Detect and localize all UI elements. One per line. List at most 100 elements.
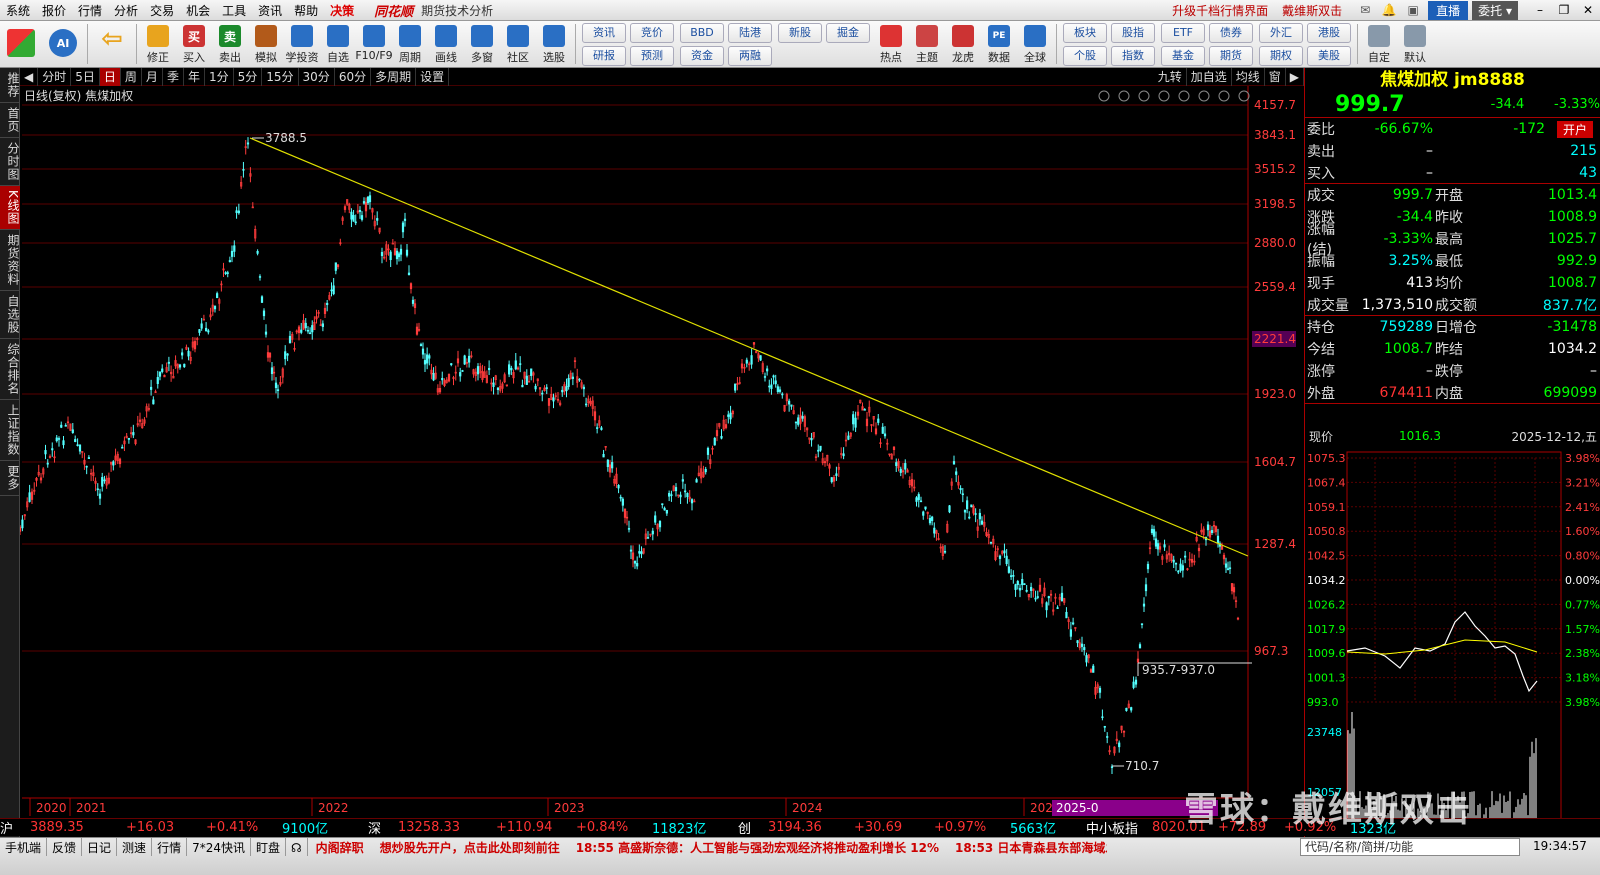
live-button[interactable]: 直播 (1428, 0, 1469, 20)
pill-button[interactable]: 竞价 (630, 22, 674, 43)
bottom-tab[interactable]: 盯盘 (251, 838, 286, 856)
side-nav-item[interactable]: 上证指数 (0, 400, 20, 461)
period-tab[interactable]: 月 (142, 67, 163, 86)
mail-icon[interactable]: ✉ (1356, 3, 1374, 17)
news-ticker[interactable]: 内阁辞职 (308, 838, 372, 856)
toolbar-button[interactable]: 画线 (429, 22, 463, 66)
chart-tool-button[interactable]: 窗 (1265, 67, 1286, 86)
toolbar-button[interactable]: 卖卖出 (213, 22, 247, 66)
pill-button[interactable]: 新股 (778, 22, 822, 43)
news-ticker[interactable]: 想炒股先开户，点击此处即刻前往 (372, 838, 568, 856)
menu-item[interactable]: 行情 (72, 2, 108, 19)
side-nav-item[interactable]: 综合排名 (0, 339, 20, 400)
pill-button[interactable]: 港股 (1307, 22, 1351, 43)
toolbar-button[interactable]: 默认 (1398, 22, 1432, 66)
period-tab[interactable]: 5日 (71, 67, 100, 86)
pill-button[interactable]: 美股 (1307, 45, 1351, 66)
period-tab[interactable]: 多周期 (371, 67, 417, 86)
pill-button[interactable]: 个股 (1063, 45, 1107, 66)
pill-button[interactable]: 指数 (1111, 45, 1155, 66)
toolbar-button[interactable]: 周期 (393, 22, 427, 66)
toolbar-button[interactable]: 龙虎 (946, 22, 980, 66)
toolbar-button[interactable]: 自定 (1362, 22, 1396, 66)
pill-button[interactable]: 外汇 (1259, 22, 1303, 43)
bottom-tab[interactable]: 行情 (152, 838, 188, 856)
pill-button[interactable]: 基金 (1161, 45, 1205, 66)
toolbar-button[interactable]: 多窗 (465, 22, 499, 66)
bell-icon[interactable]: 🔔 (1380, 3, 1398, 17)
skin-icon[interactable]: ▣ (1404, 3, 1422, 17)
restore-icon[interactable]: ❐ (1552, 3, 1576, 17)
period-tab[interactable]: 15分 (262, 67, 299, 86)
open-account-button[interactable]: 开户 (1557, 120, 1594, 138)
toolbar-button[interactable]: 选股 (537, 22, 571, 66)
period-tab[interactable]: 日 (99, 67, 121, 86)
pill-button[interactable]: 期货 (1209, 45, 1253, 66)
hand-icon[interactable] (1178, 90, 1190, 102)
period-tab[interactable]: 年 (184, 67, 205, 86)
menu-item[interactable]: 交易 (144, 2, 180, 19)
pill-button[interactable]: 陆港 (728, 22, 772, 43)
news-ticker[interactable]: 18:55 高盛斯奈德：人工智能与强劲宏观经济将推动盈利增长 12% (568, 838, 947, 856)
pill-button[interactable]: 期权 (1259, 45, 1303, 66)
toolbar-button[interactable]: F10/F9 (355, 22, 393, 66)
period-tab[interactable]: 30分 (299, 67, 335, 86)
menu-item[interactable]: 报价 (36, 2, 72, 19)
next-icon[interactable]: ▶ (1286, 67, 1304, 86)
upgrade-link[interactable]: 升级千档行情界面 (1172, 2, 1268, 19)
pill-button[interactable]: 板块 (1063, 22, 1107, 43)
trash-icon[interactable] (1158, 90, 1170, 102)
zoom-in-icon[interactable] (1218, 90, 1230, 102)
account-button[interactable]: 委托 ▾ (1472, 0, 1518, 20)
side-nav-item[interactable]: 推荐 (0, 68, 20, 103)
period-tab[interactable]: 60分 (335, 67, 372, 86)
pill-button[interactable]: 股指 (1111, 22, 1155, 43)
brush-icon[interactable] (1118, 90, 1130, 102)
toolbar-button[interactable]: 全球 (1018, 22, 1052, 66)
toolbar-button[interactable]: 买买入 (177, 22, 211, 66)
menu-item[interactable]: 机会 (180, 2, 216, 19)
code-search-input[interactable]: 代码/名称/简拼/功能 (1300, 838, 1520, 856)
menu-item[interactable]: 资讯 (252, 2, 288, 19)
back-button[interactable]: ⇦ (92, 22, 132, 66)
toolbar-button[interactable]: 修正 (141, 22, 175, 66)
bottom-tab[interactable]: 日记 (82, 838, 118, 856)
period-tab[interactable]: 5分 (234, 67, 263, 86)
period-tab[interactable]: 1分 (205, 67, 234, 86)
chart-tool-button[interactable]: 加自选 (1187, 67, 1232, 86)
ai-button[interactable]: AI (43, 22, 83, 66)
toolbar-button[interactable]: PE 数据 (982, 22, 1016, 66)
toolbar-button[interactable]: 学投资 (285, 22, 319, 66)
side-nav-item[interactable]: 自选股 (0, 291, 20, 339)
toolbar-button[interactable]: 模拟 (249, 22, 283, 66)
side-nav-item[interactable]: 期货资料 (0, 230, 20, 291)
chart-tool-button[interactable]: 均线 (1232, 67, 1265, 86)
side-nav-item[interactable]: 更多 (0, 461, 20, 496)
period-tab[interactable]: 季 (163, 67, 184, 86)
side-nav-item[interactable]: 分时图 (0, 138, 20, 186)
settings-icon[interactable] (1098, 90, 1110, 102)
eye-icon[interactable] (1138, 90, 1150, 102)
toolbar-button[interactable]: 热点 (874, 22, 908, 66)
pill-button[interactable]: BBD (680, 22, 724, 43)
period-tab[interactable]: 分时 (38, 67, 72, 86)
kline-chart[interactable]: 4157.7 3843.1 3515.2 3198.5 2880.0 2559.4 2221… (20, 86, 1304, 818)
pill-button[interactable]: ETF (1161, 22, 1205, 43)
pill-button[interactable]: 研报 (582, 45, 626, 66)
toolbar-button[interactable]: 社区 (501, 22, 535, 66)
side-nav-item[interactable]: K线图 (0, 186, 20, 230)
pill-button[interactable]: 预测 (630, 45, 674, 66)
layout-button[interactable] (1, 22, 41, 66)
trend-line[interactable] (249, 137, 1249, 557)
minimize-icon[interactable]: – (1528, 3, 1552, 17)
menu-item[interactable]: 工具 (216, 2, 252, 19)
pill-button[interactable]: 资金 (680, 45, 724, 66)
menu-item[interactable]: 分析 (108, 2, 144, 19)
pill-button[interactable]: 掘金 (826, 22, 870, 43)
pill-button[interactable]: 资讯 (582, 22, 626, 43)
toolbar-button[interactable]: 自选 (321, 22, 355, 66)
prev-icon[interactable]: ◀ (20, 67, 39, 86)
bottom-tab[interactable]: 手机端 (0, 838, 48, 856)
user-link[interactable]: 戴维斯双击 (1282, 2, 1342, 19)
menu-item[interactable]: 系统 (0, 2, 36, 19)
